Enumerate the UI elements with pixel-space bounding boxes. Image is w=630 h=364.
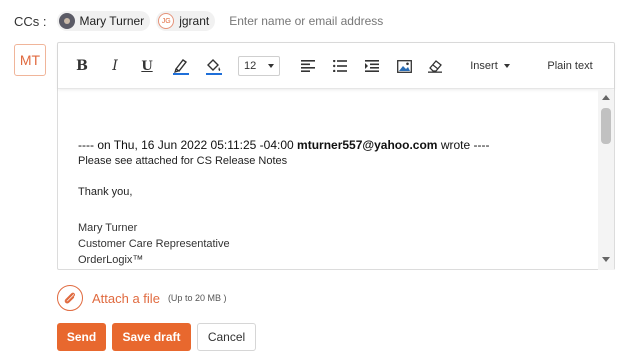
body-line: Thank you, — [78, 186, 133, 198]
compose-window: CCs : Mary Turner JG jgrant MT B I U 12 — [0, 0, 630, 364]
pen-icon[interactable] — [172, 55, 190, 77]
cc-label: CCs : — [14, 13, 47, 29]
insert-label: Insert — [470, 60, 498, 72]
recipient-chip-mary-turner[interactable]: Mary Turner — [56, 11, 151, 31]
underline-button[interactable]: U — [140, 55, 154, 77]
attach-row: Attach a file (Up to 20 MB ) — [57, 285, 226, 311]
sender-avatar: MT — [14, 44, 46, 76]
align-left-icon[interactable] — [300, 55, 316, 77]
recipient-name: Mary Turner — [79, 14, 145, 28]
eraser-icon[interactable] — [428, 55, 444, 77]
scroll-down-icon[interactable] — [602, 257, 610, 262]
chevron-down-icon — [503, 64, 510, 68]
fill-bucket-icon[interactable] — [204, 55, 224, 77]
send-button[interactable]: Send — [57, 323, 106, 351]
signature-name: Mary Turner — [78, 222, 138, 234]
message-editor: B I U 12 Insert Plain text ---- on Thu, … — [57, 42, 615, 270]
forward-email: mturner557@yahoo.com — [297, 138, 438, 152]
attach-file-link[interactable]: Attach a file — [92, 291, 160, 306]
recipient-chip-jgrant[interactable]: JG jgrant — [156, 11, 216, 31]
forward-prefix: ---- on Thu, 16 Jun 2022 05:11:25 -04:00 — [78, 138, 294, 152]
font-size-select[interactable]: 12 — [238, 56, 280, 76]
avatar — [58, 13, 75, 29]
cancel-button[interactable]: Cancel — [197, 323, 256, 351]
bullet-list-icon[interactable] — [332, 55, 348, 77]
italic-button[interactable]: I — [108, 55, 122, 77]
chevron-down-icon — [268, 64, 274, 68]
cc-row: CCs : Mary Turner JG jgrant — [14, 10, 408, 32]
avatar-initials: JG — [158, 13, 175, 29]
signature-title: Customer Care Representative — [78, 238, 230, 250]
forward-header: ---- on Thu, 16 Jun 2022 05:11:25 -04:00… — [78, 138, 489, 152]
paperclip-icon[interactable] — [57, 285, 83, 311]
action-buttons: Send Save draft Cancel — [57, 323, 256, 351]
body-line: Please see attached for CS Release Notes — [78, 155, 288, 167]
editor-toolbar: B I U 12 Insert Plain text — [58, 43, 614, 89]
image-icon[interactable] — [396, 55, 412, 77]
plain-text-toggle[interactable]: Plain text — [546, 55, 594, 77]
editor-scrollbar[interactable] — [598, 90, 614, 270]
font-size-value: 12 — [244, 60, 257, 72]
attach-size-limit: (Up to 20 MB ) — [167, 293, 227, 303]
cc-input[interactable] — [227, 13, 408, 29]
signature-company: OrderLogix™ — [78, 254, 144, 266]
scroll-thumb[interactable] — [601, 108, 611, 144]
forward-suffix: wrote ---- — [440, 138, 490, 152]
save-draft-button[interactable]: Save draft — [112, 323, 191, 351]
indent-icon[interactable] — [364, 55, 380, 77]
recipient-name: jgrant — [179, 14, 210, 28]
editor-content[interactable]: ---- on Thu, 16 Jun 2022 05:11:25 -04:00… — [58, 90, 598, 270]
bold-button[interactable]: B — [74, 55, 90, 77]
insert-menu[interactable]: Insert — [468, 55, 512, 77]
scroll-up-icon[interactable] — [602, 95, 610, 100]
